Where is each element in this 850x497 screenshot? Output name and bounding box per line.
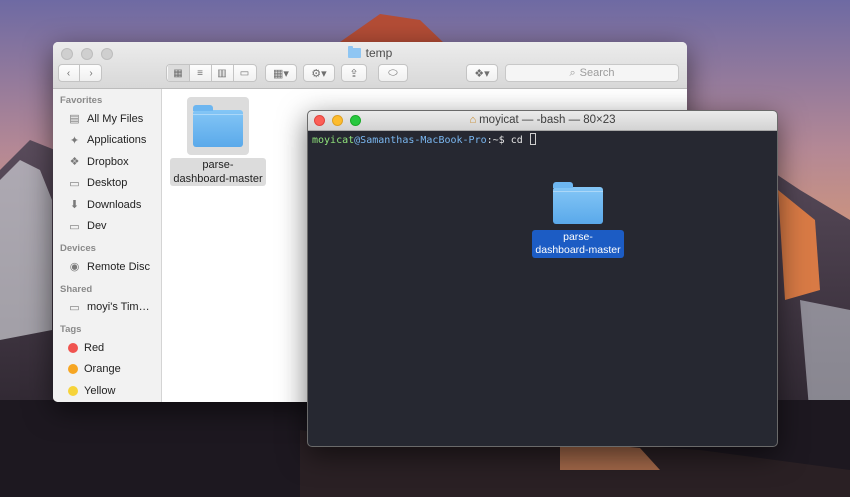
sidebar-item-label: Applications xyxy=(87,134,147,147)
cover-flow-button[interactable]: ▭ xyxy=(234,65,256,81)
sidebar-item-tag-orange[interactable]: Orange xyxy=(53,359,161,381)
desktop-icon: ▭ xyxy=(69,177,80,190)
folder-icon: ▭ xyxy=(69,220,80,233)
finder-toolbar: temp ‹ › ▦ ≡ ▥ ▭ ▦▾ ⚙▾ ⇪ ⬭ ❖▾ ⌕ Search xyxy=(53,42,687,89)
home-icon: ⌂ xyxy=(469,114,477,126)
folder-icon xyxy=(347,46,361,58)
sidebar-item-label: moyi's Tim… xyxy=(87,301,150,314)
arrange-icon: ▦▾ xyxy=(273,67,289,80)
terminal-output[interactable]: moyicat@Samanthas-MacBook-Pro:~$ cd xyxy=(308,131,777,148)
terminal-title: ⌂ moyicat — -bash — 80×23 xyxy=(469,114,616,126)
sidebar-item-label: Remote Disc xyxy=(87,260,150,273)
folder-item-parse-dashboard[interactable]: parse- dashboard-master xyxy=(170,97,266,187)
arrange-button[interactable]: ▦▾ xyxy=(265,64,297,82)
folder-icon-selection xyxy=(187,97,249,155)
edit-tags-button[interactable]: ⬭ xyxy=(378,64,408,82)
applications-icon: ✦ xyxy=(69,134,80,147)
sidebar-item-label: Dev xyxy=(87,220,107,233)
prompt-host: @Samanthas-MacBook-Pro xyxy=(354,135,487,146)
prompt-user: moyicat xyxy=(312,135,355,146)
sidebar-item-tag-red[interactable]: Red xyxy=(53,337,161,359)
text-cursor xyxy=(529,133,536,145)
red-tag-icon xyxy=(68,342,78,353)
search-input[interactable]: ⌕ Search xyxy=(505,64,679,82)
dropbox-icon: ❖ xyxy=(69,156,80,169)
sidebar-item-dev[interactable]: ▭ Dev xyxy=(53,216,161,238)
action-button[interactable]: ⚙▾ xyxy=(303,64,335,82)
sidebar-item-downloads[interactable]: ⬇ Downloads xyxy=(53,194,161,216)
icon-view-button[interactable]: ▦ xyxy=(167,65,190,81)
view-mode-control: ▦ ≡ ▥ ▭ xyxy=(166,64,257,82)
sidebar-item-label: Downloads xyxy=(87,198,142,211)
sidebar-item-label: All My Files xyxy=(87,112,144,125)
folder-label: parse- dashboard-master xyxy=(170,158,266,186)
sidebar-item-dropbox[interactable]: ❖ Dropbox xyxy=(53,151,161,173)
sidebar-item-label: Dropbox xyxy=(87,155,129,168)
sidebar-item-applications[interactable]: ✦ Applications xyxy=(53,130,161,152)
dragged-folder-item[interactable]: parse- dashboard-master xyxy=(530,182,626,258)
terminal-titlebar: ⌂ moyicat — -bash — 80×23 xyxy=(308,111,777,131)
command-text: cd xyxy=(510,135,529,146)
sidebar-item-label: Desktop xyxy=(87,177,128,190)
folder-icon xyxy=(193,104,243,147)
share-button[interactable]: ⇪ xyxy=(341,64,367,82)
sidebar-item-label: Red xyxy=(84,341,105,354)
back-forward-control: ‹ › xyxy=(58,64,102,82)
sidebar-item-label: Orange xyxy=(84,363,121,376)
window-title-text: temp xyxy=(365,46,393,60)
share-icon: ⇪ xyxy=(349,67,359,80)
sidebar-header-devices: Devices xyxy=(60,243,96,254)
forward-button[interactable]: › xyxy=(80,65,102,81)
sidebar-item-all-my-files[interactable]: ▤ All My Files xyxy=(53,108,161,130)
sidebar-header-shared: Shared xyxy=(60,283,93,295)
computer-icon: ▭ xyxy=(69,301,80,314)
dropbox-button[interactable]: ❖▾ xyxy=(466,64,498,82)
finder-sidebar: Favorites ▤ All My Files ✦ Applications … xyxy=(53,89,162,402)
downloads-icon: ⬇ xyxy=(69,199,80,212)
all-files-icon: ▤ xyxy=(69,113,80,126)
back-button[interactable]: ‹ xyxy=(58,65,80,81)
prompt-suffix: :~$ xyxy=(486,135,511,146)
sidebar-header-tags: Tags xyxy=(60,324,82,335)
disc-icon: ◉ xyxy=(69,261,80,274)
list-view-button[interactable]: ≡ xyxy=(190,65,212,81)
window-title: temp xyxy=(53,46,687,60)
search-icon: ⌕ xyxy=(569,66,576,79)
yellow-tag-icon xyxy=(68,385,78,396)
orange-tag-icon xyxy=(68,364,78,375)
sidebar-item-shared-computer[interactable]: ▭ moyi's Tim… xyxy=(53,297,161,319)
gear-icon: ⚙▾ xyxy=(311,67,327,80)
search-placeholder: Search xyxy=(579,67,615,79)
sidebar-item-desktop[interactable]: ▭ Desktop xyxy=(53,173,161,195)
dragged-folder-label: parse- dashboard-master xyxy=(532,230,624,258)
sidebar-item-remote-disc[interactable]: ◉ Remote Disc xyxy=(53,256,161,278)
folder-icon xyxy=(553,182,603,224)
dropbox-icon: ❖▾ xyxy=(474,67,490,80)
sidebar-header-favorites: Favorites xyxy=(60,95,103,106)
tag-icon: ⬭ xyxy=(388,66,398,79)
column-view-button[interactable]: ▥ xyxy=(212,65,234,81)
sidebar-item-label: Yellow xyxy=(84,384,116,397)
sidebar-item-tag-yellow[interactable]: Yellow xyxy=(53,380,161,402)
terminal-window: ⌂ moyicat — -bash — 80×23 moyicat@Samanth… xyxy=(307,110,778,447)
